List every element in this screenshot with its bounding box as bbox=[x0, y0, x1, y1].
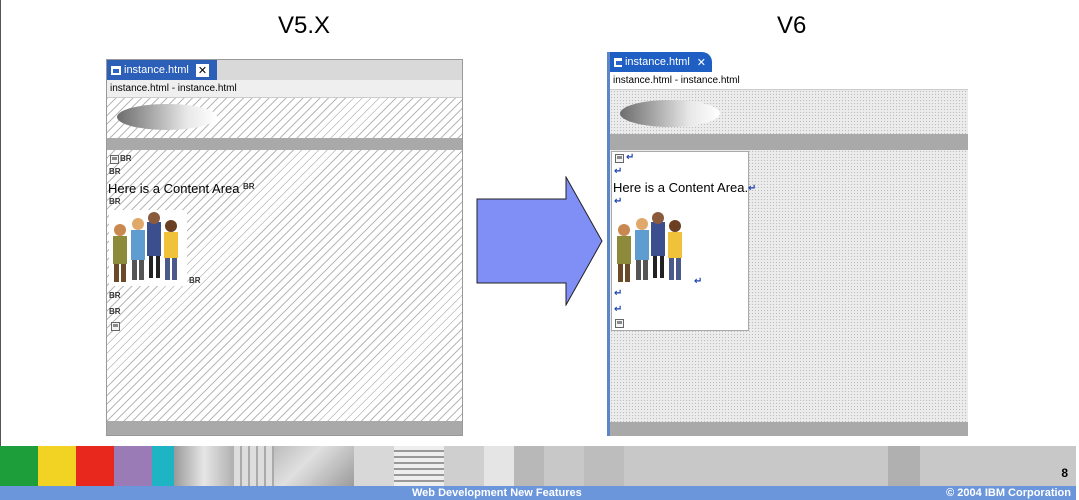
people-image[interactable] bbox=[613, 210, 691, 286]
v5-footer-bar bbox=[107, 421, 462, 435]
people-graphic bbox=[617, 212, 682, 282]
footer-photo-block bbox=[888, 446, 920, 486]
footer-copyright: © 2004 IBM Corporation bbox=[946, 487, 1071, 499]
v5-heading: V5.X bbox=[278, 12, 331, 39]
script-tag-icon bbox=[111, 322, 120, 331]
html-file-icon bbox=[111, 65, 121, 75]
v5-editor-window: instance.html ✕ instance.html - instance… bbox=[106, 59, 463, 436]
v6-breadcrumb: instance.html - instance.html bbox=[610, 72, 968, 90]
footer-photo-block bbox=[394, 446, 444, 486]
script-tag-icon bbox=[615, 319, 624, 328]
v6-design-canvas[interactable]: ↵ ↵ Here is a Content Area. ↵ ↵ ↵ ↵ ↵ bbox=[610, 90, 968, 436]
return-marker: ↵ bbox=[614, 304, 623, 315]
v6-tab-label: instance.html bbox=[624, 56, 690, 68]
return-marker: ↵ bbox=[614, 196, 623, 207]
footer-color-block bbox=[152, 446, 174, 486]
br-marker: BR bbox=[120, 154, 132, 163]
header-oval-graphic bbox=[117, 104, 217, 130]
footer-photo-block bbox=[484, 446, 514, 486]
header-oval-graphic bbox=[620, 100, 720, 127]
close-icon[interactable]: ✕ bbox=[195, 63, 210, 77]
people-graphic bbox=[113, 212, 178, 282]
v6-content-area[interactable]: ↵ ↵ Here is a Content Area. ↵ ↵ ↵ ↵ ↵ bbox=[611, 151, 756, 331]
br-marker: BR bbox=[109, 307, 121, 316]
footer-photo-block bbox=[274, 446, 354, 486]
br-marker: BR bbox=[243, 182, 255, 191]
return-marker: ↵ bbox=[626, 152, 635, 163]
footer-color-block bbox=[114, 446, 152, 486]
footer-photo-block bbox=[234, 446, 274, 486]
v5-nav-bar bbox=[107, 138, 462, 150]
v5-tab-label: instance.html bbox=[124, 64, 189, 76]
br-marker: BR bbox=[109, 167, 121, 176]
footer-image-strip: 8 bbox=[0, 446, 1076, 486]
v6-footer-bar bbox=[610, 422, 968, 436]
v6-heading: V6 bbox=[777, 12, 807, 39]
footer-photo-block bbox=[174, 446, 234, 486]
v6-nav-bar bbox=[610, 134, 968, 150]
footer-color-block bbox=[38, 446, 76, 486]
footer-color-block bbox=[76, 446, 114, 486]
v6-editor-tab[interactable]: instance.html ✕ bbox=[610, 52, 712, 72]
footer-photo-block bbox=[444, 446, 484, 486]
return-marker: ↵ bbox=[694, 276, 703, 287]
footer-photo-block bbox=[514, 446, 544, 486]
people-image[interactable] bbox=[109, 210, 187, 286]
form-tag-icon bbox=[110, 155, 119, 164]
v5-header-area bbox=[107, 98, 462, 136]
v5-design-canvas[interactable]: BR BR Here is a Content Area BR BR BR BR bbox=[107, 98, 462, 435]
v5-content-area-text[interactable]: Here is a Content Area bbox=[108, 181, 240, 196]
v6-editor-window: instance.html ✕ instance.html - instance… bbox=[607, 52, 968, 436]
v6-content-area-text[interactable]: Here is a Content Area. bbox=[613, 180, 748, 195]
arrow-right-icon bbox=[476, 176, 603, 306]
page-number: 8 bbox=[1061, 466, 1068, 480]
close-icon[interactable]: ✕ bbox=[697, 56, 706, 69]
br-marker: BR bbox=[189, 276, 201, 285]
v6-tab-bar: instance.html ✕ bbox=[610, 52, 968, 74]
html-file-icon bbox=[614, 57, 622, 67]
return-marker: ↵ bbox=[614, 166, 623, 177]
br-marker: BR bbox=[109, 291, 121, 300]
v5-editor-tab[interactable]: instance.html ✕ bbox=[107, 60, 217, 80]
footer-title: Web Development New Features bbox=[412, 487, 582, 499]
return-marker: ↵ bbox=[748, 183, 757, 194]
v5-tab-bar: instance.html ✕ bbox=[107, 60, 462, 80]
footer-photo-block bbox=[354, 446, 394, 486]
return-marker: ↵ bbox=[614, 288, 623, 299]
footer-photo-block bbox=[584, 446, 624, 486]
v5-breadcrumb: instance.html - instance.html bbox=[107, 80, 462, 98]
br-marker: BR bbox=[109, 197, 121, 206]
footer-color-block bbox=[0, 446, 38, 486]
form-tag-icon bbox=[615, 154, 624, 163]
